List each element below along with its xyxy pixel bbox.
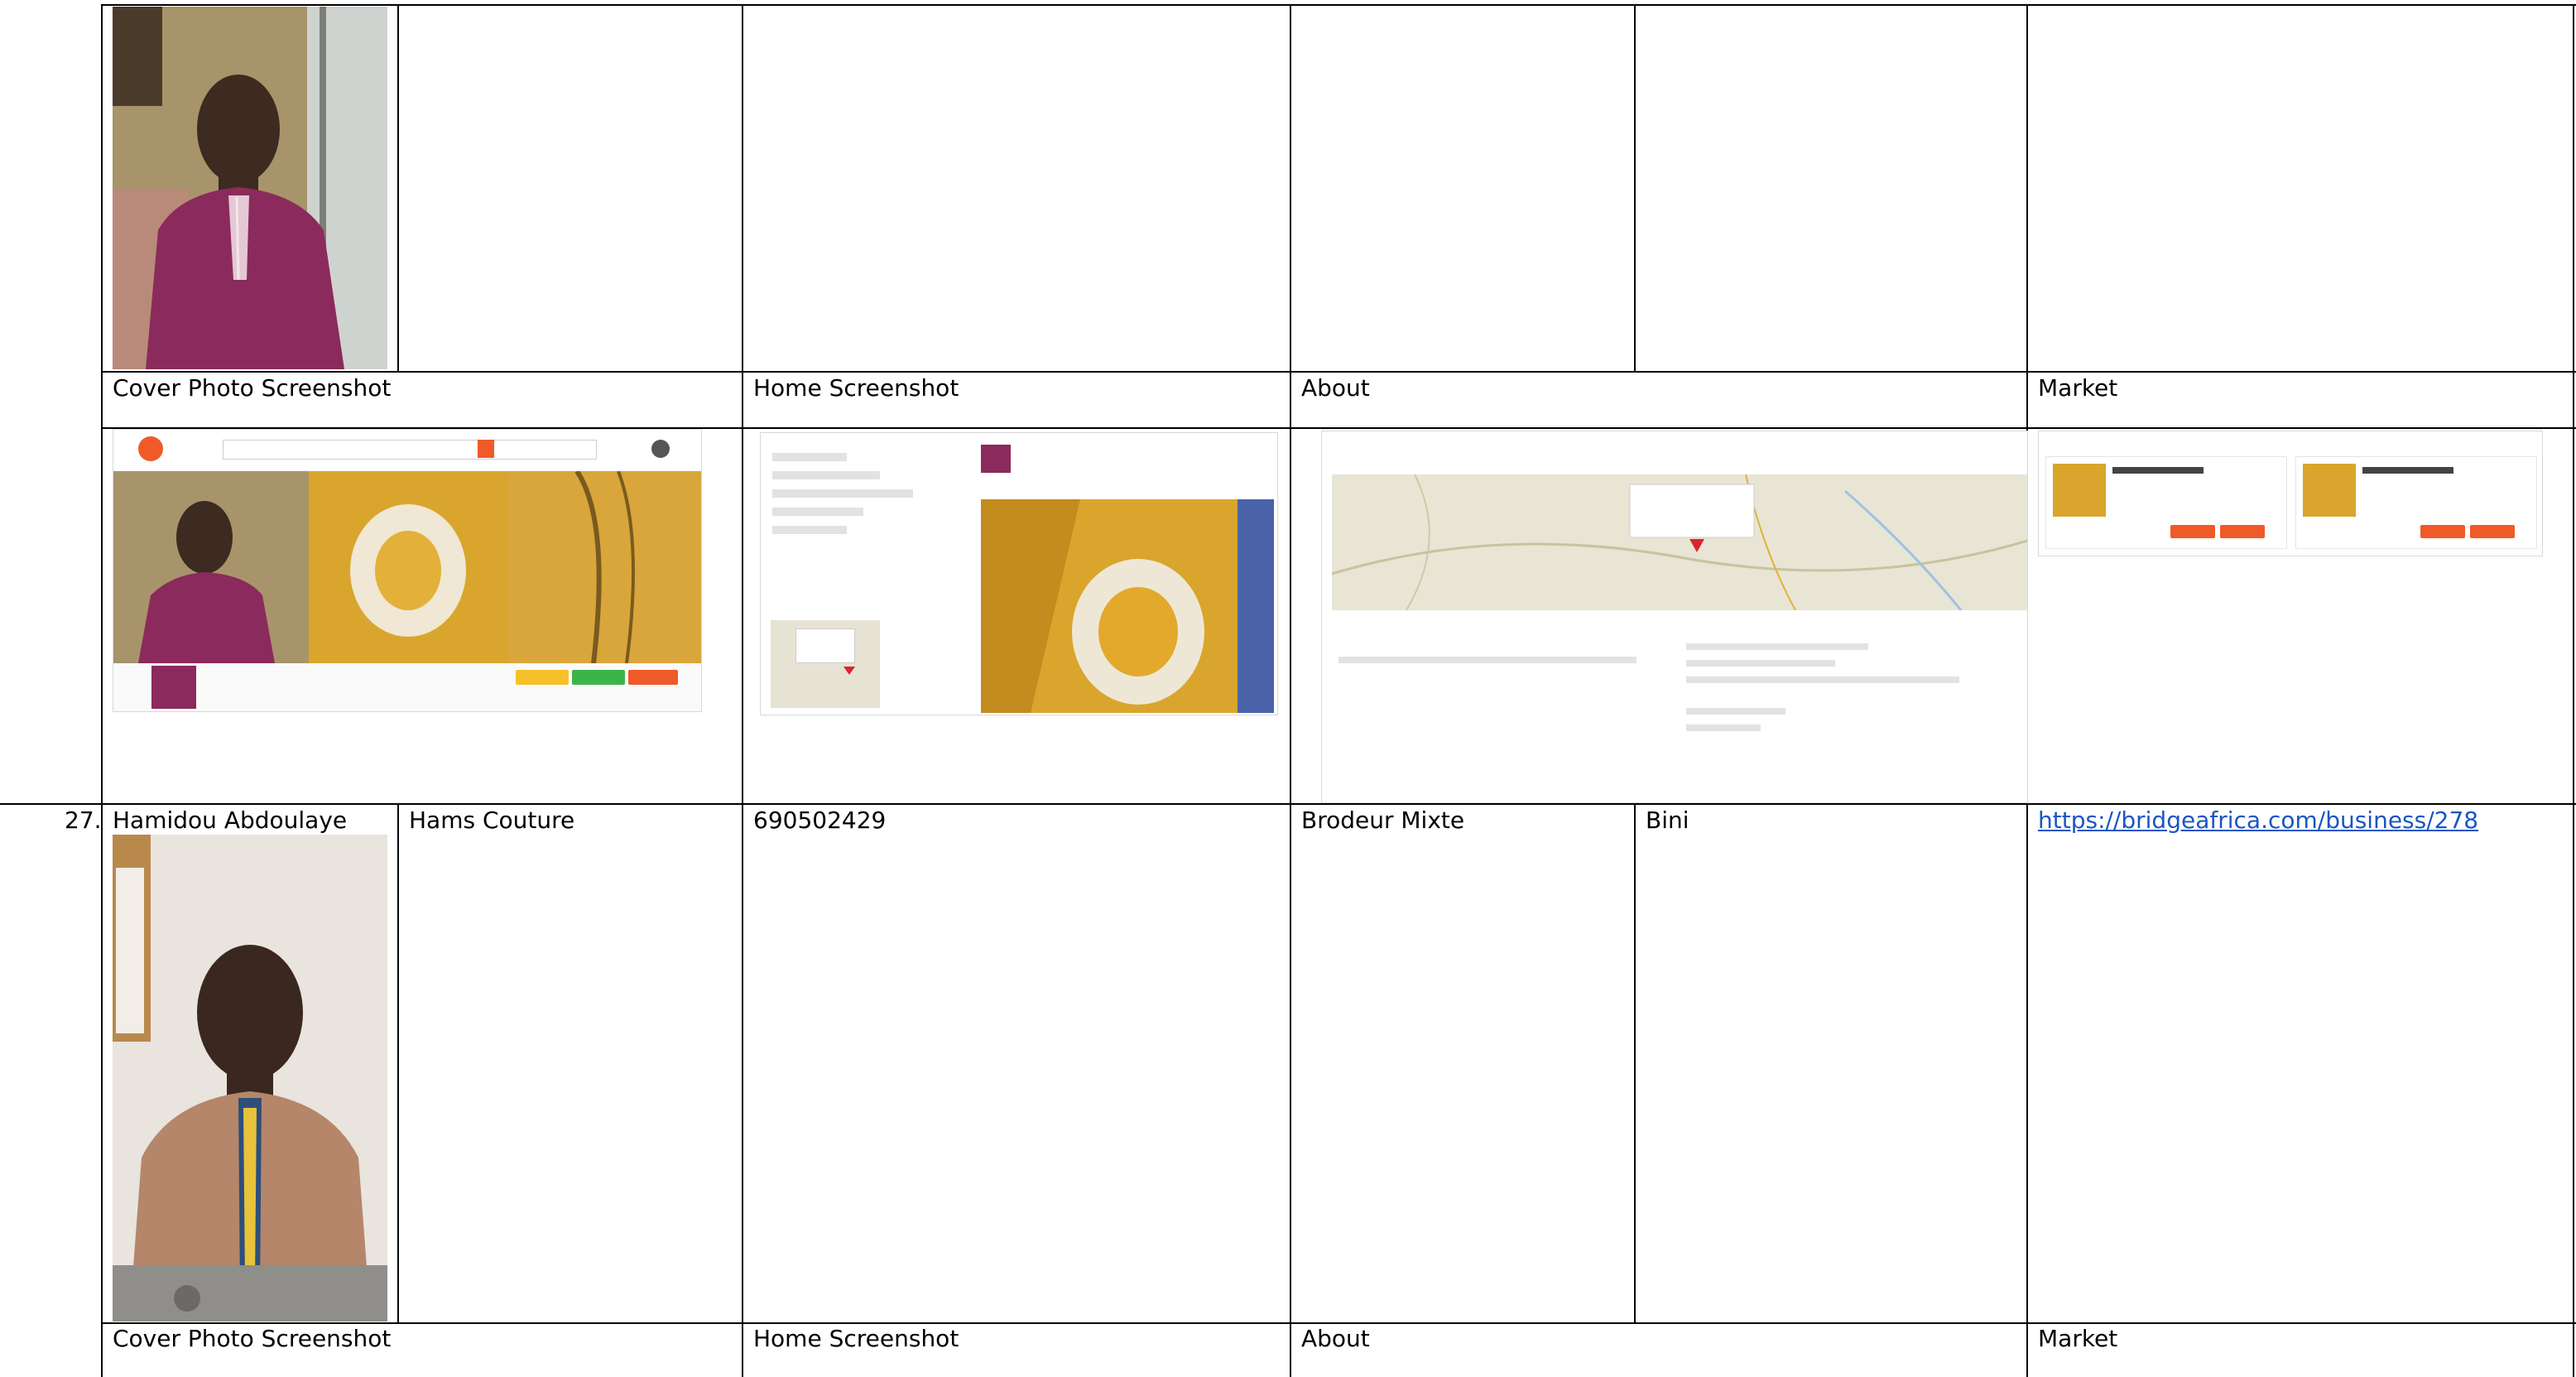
row-number: 27. [65, 806, 102, 834]
sidebar-lines [772, 448, 921, 572]
map-marker-icon [1689, 539, 1704, 552]
col-divider [397, 803, 399, 1322]
col-divider [1634, 803, 1636, 1322]
market-screenshot [2038, 431, 2543, 556]
col-divider [742, 4, 743, 1377]
post-avatar [981, 445, 1011, 473]
row-divider [101, 371, 2576, 373]
post-image [981, 499, 1274, 713]
about-details [1686, 633, 2001, 799]
product-buy-button [2170, 525, 2215, 538]
message-button [572, 670, 625, 685]
follow-button [516, 670, 569, 685]
product-card [2295, 456, 2537, 549]
about-map [1331, 474, 2027, 611]
contact-button [628, 670, 678, 685]
search-bar [223, 440, 597, 460]
about-description [1338, 657, 1636, 663]
owner-portrait-photo [113, 7, 387, 369]
col-divider [1634, 4, 1636, 371]
owner-name: Hamidou Abdoulaye [113, 806, 348, 834]
col-divider [101, 4, 103, 1377]
product-thumb [2053, 464, 2106, 517]
table-border-top [101, 4, 2576, 6]
business-name: Hams Couture [409, 806, 575, 834]
cover-banner [113, 469, 701, 664]
logo-icon [138, 436, 163, 461]
home-screenshot-label: Home Screenshot [753, 374, 959, 402]
product-cart-button [2470, 525, 2515, 538]
mini-map [771, 620, 880, 708]
owner-portrait-photo [113, 835, 387, 1322]
home-screenshot-label: Home Screenshot [753, 1325, 959, 1352]
cover-photo-label: Cover Photo Screenshot [113, 374, 392, 402]
business-url-link[interactable]: https://bridgeafrica.com/business/278 [2038, 806, 2478, 835]
market-label: Market [2038, 374, 2118, 402]
about-label: About [1301, 1325, 1370, 1352]
search-icon [478, 440, 494, 458]
cover-photo-label: Cover Photo Screenshot [113, 1325, 392, 1352]
market-label: Market [2038, 1325, 2118, 1352]
row-divider [0, 803, 2576, 805]
about-label: About [1301, 374, 1370, 402]
product-cart-button [2220, 525, 2265, 538]
col-divider [1290, 4, 1291, 1377]
business-location: Bini [1646, 806, 1689, 834]
home-screenshot [760, 432, 1278, 715]
product-card [2045, 456, 2287, 549]
about-screenshot [1321, 431, 2028, 803]
col-divider [397, 4, 399, 371]
business-category: Brodeur Mixte [1301, 806, 1465, 834]
profile-thumb [151, 666, 196, 709]
product-thumb [2303, 464, 2356, 517]
phone-number: 690502429 [753, 806, 887, 834]
product-buy-button [2420, 525, 2465, 538]
row-divider [101, 1322, 2576, 1324]
cover-photo-screenshot [113, 429, 702, 712]
col-divider [2573, 4, 2574, 1377]
profile-avatar [651, 440, 670, 458]
